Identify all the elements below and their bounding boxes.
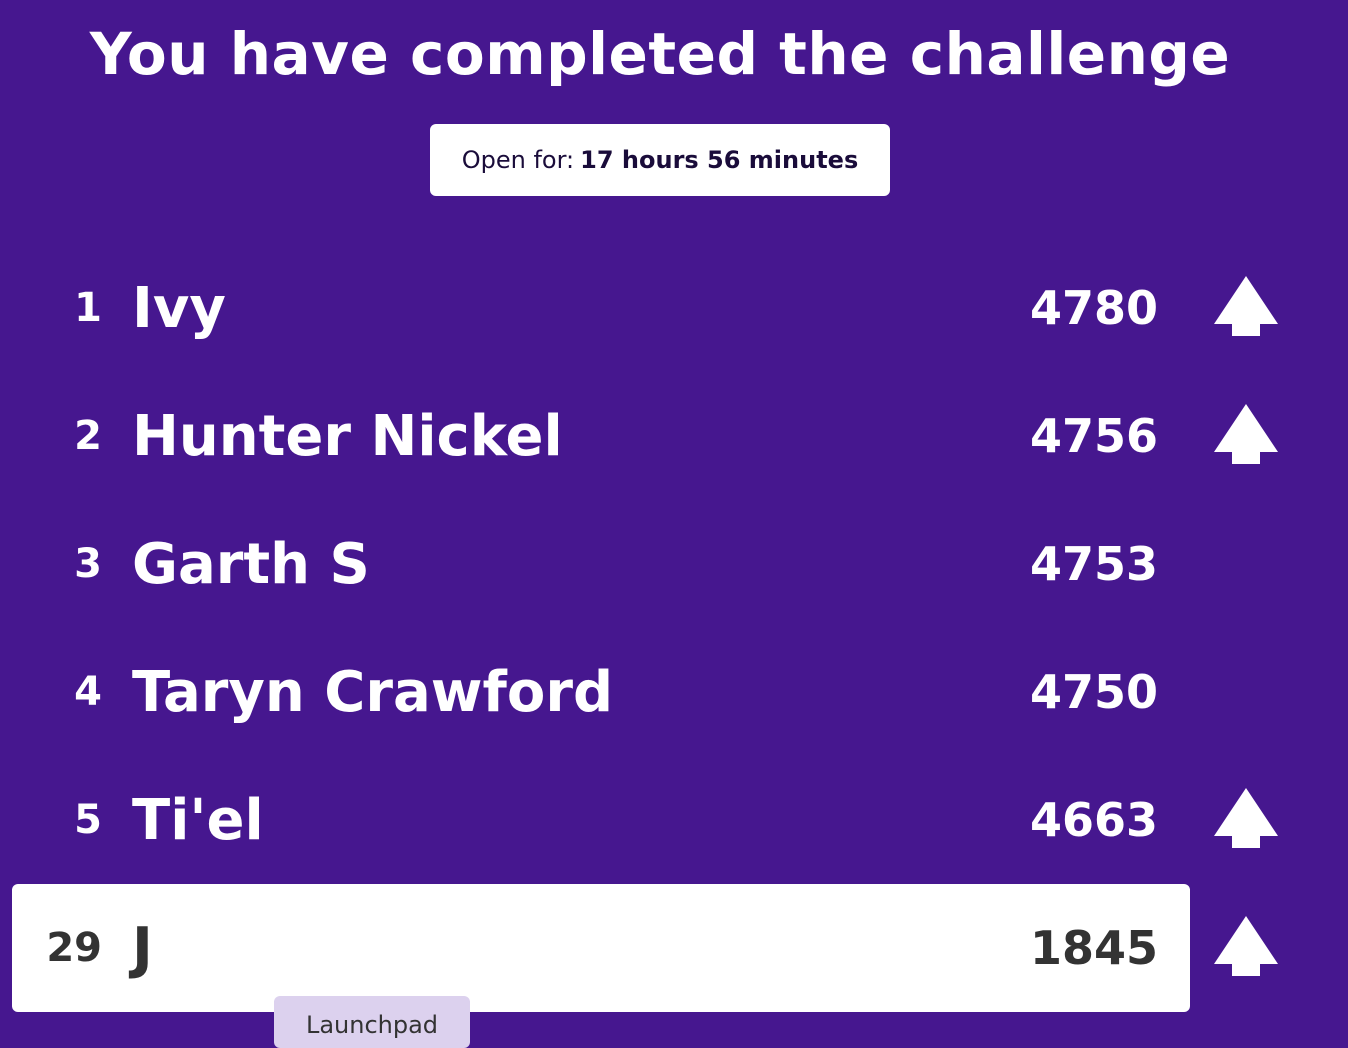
leaderboard-row: 1 Ivy 4780	[12, 244, 1190, 372]
rank-number: 2	[74, 413, 102, 459]
timer-label: Open for:	[461, 146, 575, 174]
player-score: 4663	[1029, 793, 1158, 847]
player-name: Hunter Nickel	[132, 403, 563, 469]
arrow-up-icon	[1214, 404, 1278, 468]
rank-number: 4	[74, 669, 102, 715]
leaderboard-row: 4 Taryn Crawford 4750	[12, 628, 1190, 756]
player-name: Garth S	[132, 531, 370, 597]
page-title: You have completed the challenge	[89, 20, 1231, 88]
player-name: Ivy	[132, 275, 226, 341]
open-timer-badge: Open for: 17 hours 56 minutes	[430, 124, 890, 196]
player-score: 4756	[1029, 409, 1158, 463]
launchpad-tooltip: Launchpad	[274, 996, 470, 1048]
player-score: 1845	[1029, 921, 1158, 975]
rank-number: 1	[74, 285, 102, 331]
player-score: 4750	[1029, 665, 1158, 719]
player-score: 4780	[1029, 281, 1158, 335]
player-name: J	[132, 915, 153, 981]
rank-number: 29	[46, 925, 102, 971]
leaderboard-row: 5 Ti'el 4663	[12, 756, 1190, 884]
player-score: 4753	[1029, 537, 1158, 591]
arrow-up-icon	[1214, 916, 1278, 980]
arrow-up-icon	[1214, 788, 1278, 852]
arrow-up-icon	[1214, 276, 1278, 340]
leaderboard-row: 3 Garth S 4753	[12, 500, 1190, 628]
current-player-row: 29 J 1845	[12, 884, 1190, 1012]
rank-number: 3	[74, 541, 102, 587]
leaderboard-row: 2 Hunter Nickel 4756	[12, 372, 1190, 500]
player-name: Ti'el	[132, 787, 264, 853]
timer-value: 17 hours 56 minutes	[580, 146, 859, 174]
rank-number: 5	[74, 797, 102, 843]
player-name: Taryn Crawford	[132, 659, 614, 725]
